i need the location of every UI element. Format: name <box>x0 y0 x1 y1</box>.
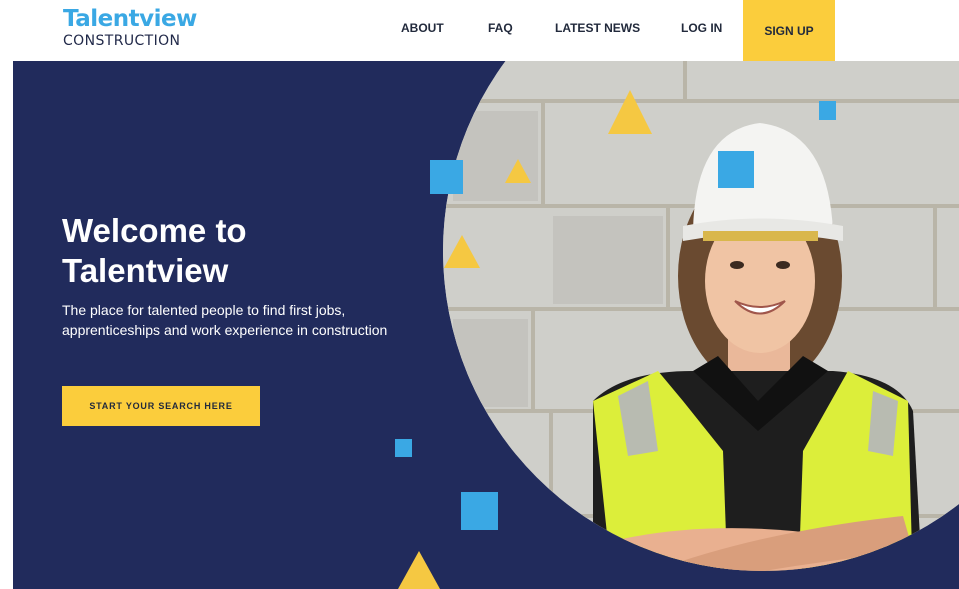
square-decoration-2 <box>718 151 754 188</box>
nav-faq-link[interactable]: FAQ <box>488 21 513 35</box>
square-decoration-1 <box>430 160 463 194</box>
triangle-decoration-3 <box>444 235 480 268</box>
nav-login-link[interactable]: LOG IN <box>681 21 722 35</box>
site-header: Talentview CONSTRUCTION ABOUT FAQ LATEST… <box>0 0 959 61</box>
signup-button[interactable]: SIGN UP <box>743 0 835 61</box>
nav-latest-news-link[interactable]: LATEST NEWS <box>555 21 640 35</box>
square-decoration-4 <box>395 439 412 457</box>
triangle-decoration-4 <box>398 551 440 589</box>
square-decoration-5 <box>461 492 498 530</box>
logo-subtitle: CONSTRUCTION <box>63 33 181 49</box>
decorative-shapes <box>395 90 836 589</box>
logo-wordmark: Talentview <box>63 6 197 32</box>
hero-section: Welcome to Talentview The place for tale… <box>13 61 959 589</box>
triangle-decoration-2 <box>505 159 531 183</box>
talentview-logo[interactable]: Talentview CONSTRUCTION <box>63 6 197 50</box>
triangle-decoration-1 <box>608 90 652 134</box>
nav-about-link[interactable]: ABOUT <box>401 21 444 35</box>
square-decoration-3 <box>819 101 836 120</box>
